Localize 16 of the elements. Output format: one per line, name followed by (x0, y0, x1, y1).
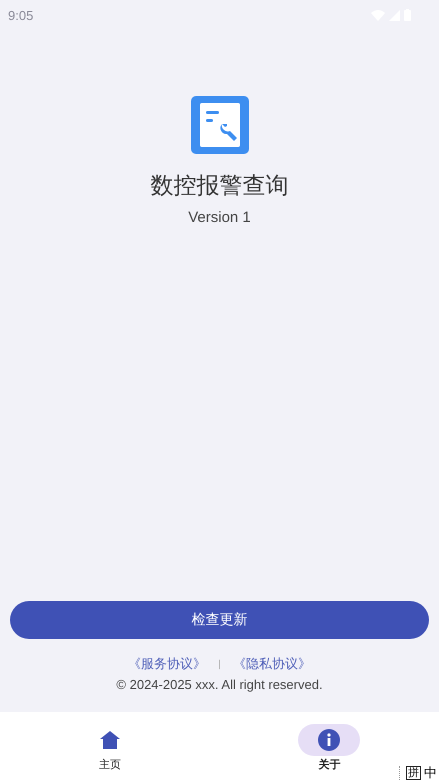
version-text: Version 1 (188, 209, 251, 226)
check-update-button[interactable]: 检查更新 (10, 601, 429, 639)
status-time: 9:05 (8, 8, 34, 22)
ime-language-indicator: 中 (424, 766, 437, 780)
app-logo-icon (190, 96, 248, 154)
terms-link[interactable]: 《服务协议》 (128, 655, 206, 673)
privacy-link[interactable]: 《隐私协议》 (232, 655, 311, 673)
nav-label: 主页 (98, 758, 121, 772)
separator-text: | (218, 658, 221, 670)
nav-label: 关于 (318, 758, 340, 772)
copyright-text: © 2024-2025 xxx. All right reserved. (116, 677, 323, 692)
app-title: 数控报警查询 (150, 171, 288, 200)
nav-tab[interactable] (298, 724, 360, 756)
home-icon (98, 730, 121, 750)
info-icon (318, 729, 340, 751)
ime-mode-indicator: 拼 (406, 766, 421, 780)
